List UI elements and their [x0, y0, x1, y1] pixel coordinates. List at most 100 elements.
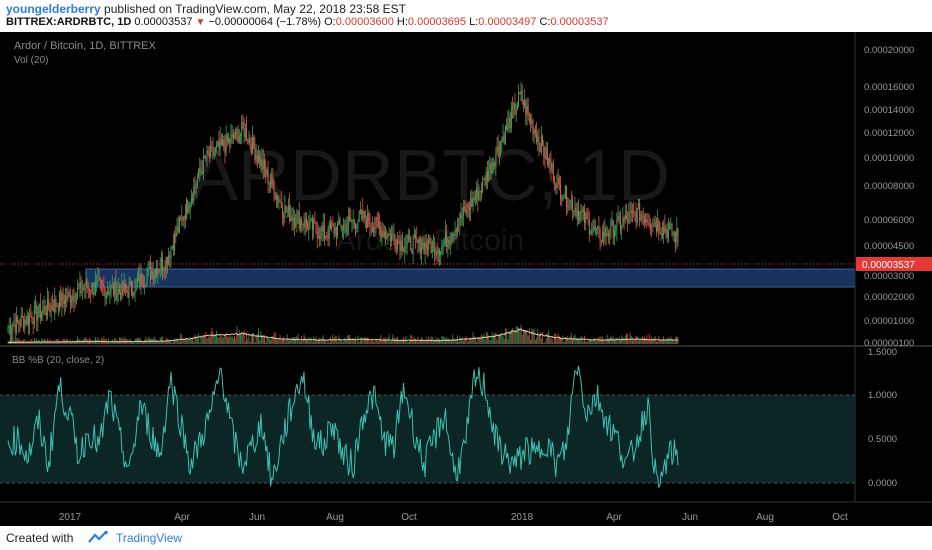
- volume-bar: [416, 340, 418, 344]
- candle-body: [267, 169, 269, 185]
- last-price-tag-label: 0.00003537: [862, 260, 915, 271]
- volume-bar: [244, 341, 246, 344]
- candle-body: [80, 281, 82, 294]
- volume-bar: [546, 333, 548, 344]
- close-label: C:: [539, 16, 551, 28]
- volume-bar: [256, 333, 258, 344]
- volume-bar: [89, 337, 91, 344]
- candle-body: [50, 305, 52, 313]
- candle-body: [603, 231, 605, 239]
- volume-bar: [573, 335, 575, 344]
- candle-body: [21, 315, 23, 318]
- candle-body: [564, 185, 566, 198]
- volume-bar: [657, 341, 659, 344]
- candle-body: [226, 134, 228, 142]
- volume-bar: [410, 334, 412, 344]
- candle-body: [569, 199, 571, 206]
- volume-bar: [383, 338, 385, 344]
- candle-body: [132, 292, 134, 296]
- volume-bar: [453, 338, 455, 344]
- candle-body: [93, 292, 95, 295]
- candle-body: [147, 268, 149, 275]
- candle-body: [519, 92, 521, 94]
- candle-body: [437, 249, 439, 254]
- candle-body: [268, 183, 270, 185]
- candle-body: [540, 136, 542, 153]
- candle-body: [49, 308, 51, 313]
- volume-bar: [84, 337, 86, 344]
- volume-bar: [611, 337, 613, 344]
- volume-bar: [247, 339, 249, 344]
- volume-bar: [618, 336, 620, 344]
- candle-body: [468, 207, 470, 211]
- volume-bar: [60, 342, 62, 344]
- volume-bar: [648, 333, 650, 344]
- volume-bar: [100, 337, 102, 344]
- volume-bar: [237, 334, 239, 344]
- volume-bar: [232, 338, 234, 344]
- author-link[interactable]: youngelderberry: [6, 2, 101, 16]
- candle-body: [274, 198, 276, 200]
- volume-bar: [528, 327, 530, 344]
- candle-body: [67, 292, 69, 300]
- candle-body: [570, 199, 572, 201]
- candle-body: [60, 293, 62, 307]
- volume-bar: [486, 332, 488, 344]
- time-axis-ticks[interactable]: 2017 Apr Jun Aug Oct 2018 Apr Jun Aug Oct: [59, 512, 848, 523]
- volume-bar: [647, 339, 649, 344]
- candle-body: [150, 266, 152, 280]
- candle-body: [663, 226, 665, 236]
- candle-body: [128, 283, 130, 298]
- candle-body: [670, 223, 672, 226]
- candle-body: [389, 233, 391, 242]
- volume-bar: [120, 337, 122, 344]
- volume-bar: [603, 340, 605, 344]
- candle-body: [122, 281, 124, 293]
- candle-body: [415, 234, 417, 238]
- tradingview-brand-link[interactable]: TradingView: [116, 531, 182, 545]
- volume-bar: [622, 337, 624, 344]
- candle-body: [287, 205, 289, 212]
- bb-axis-ticks[interactable]: 1.5000 1.0000 0.5000 0.0000: [868, 347, 897, 489]
- candle-body: [165, 257, 167, 272]
- volume-bar: [358, 341, 360, 344]
- candle-body: [78, 288, 80, 290]
- bb-legend: BB %B (20, close, 2): [12, 355, 104, 366]
- candle-body: [246, 128, 248, 141]
- volume-bar: [226, 336, 228, 344]
- candle-body: [444, 232, 446, 242]
- candle-body: [530, 115, 532, 124]
- volume-bar: [418, 341, 420, 344]
- candle-body: [672, 233, 674, 236]
- candle-body: [225, 134, 227, 153]
- candle-body: [377, 220, 379, 226]
- volume-bar: [651, 336, 653, 344]
- volume-bar: [374, 341, 376, 344]
- candle-body: [621, 225, 623, 230]
- volume-bar: [551, 338, 553, 344]
- volume-bar: [128, 340, 130, 344]
- candle-body: [102, 283, 104, 287]
- candle-body: [14, 324, 16, 333]
- candle-body: [19, 324, 21, 327]
- volume-bar: [43, 338, 45, 344]
- volume-bar: [633, 340, 635, 344]
- chart-svg[interactable]: ARDRBTC, 1D Ardor / Bitcoin 0.000200000.…: [0, 32, 932, 526]
- candle-body: [462, 206, 464, 216]
- candle-body: [585, 213, 587, 223]
- candle-body: [36, 305, 38, 321]
- candle-body: [515, 109, 517, 114]
- candle-body: [579, 211, 581, 221]
- candle-body: [335, 227, 337, 236]
- candle-body: [400, 240, 402, 252]
- volume-bar: [333, 337, 335, 344]
- candle-body: [7, 328, 9, 329]
- candle-body: [601, 231, 603, 242]
- candle-body: [552, 164, 554, 182]
- price-axis-ticks[interactable]: 0.00020000 0.00016000 0.00014000 0.00012000…: [864, 45, 914, 349]
- candle-body: [521, 90, 523, 103]
- chart-area[interactable]: ARDRBTC, 1D Ardor / Bitcoin 0.000200000.…: [0, 32, 932, 526]
- candle-body: [349, 217, 351, 219]
- candle-body: [542, 136, 544, 146]
- candle-body: [666, 229, 668, 239]
